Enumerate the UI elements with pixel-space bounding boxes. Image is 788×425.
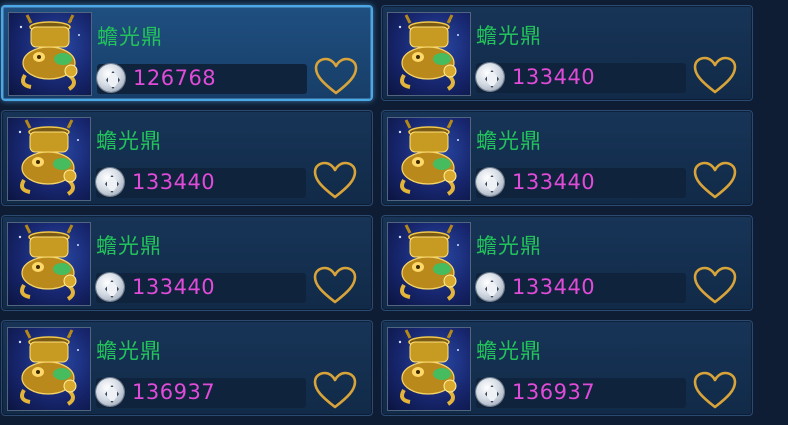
item-name: 蟾光鼎 [96, 339, 162, 363]
heart-outline-icon[interactable] [312, 266, 358, 306]
golden-toad-cauldron-icon [387, 117, 471, 201]
price-bar: 133440 [476, 63, 686, 93]
silver-coin-icon [476, 63, 504, 91]
item-card[interactable]: 蟾光鼎 133440 [381, 110, 753, 206]
golden-toad-cauldron-icon [387, 222, 471, 306]
silver-coin-icon [476, 273, 504, 301]
item-price: 133440 [512, 65, 596, 89]
golden-toad-cauldron-icon [387, 12, 471, 96]
price-bar: 133440 [96, 273, 306, 303]
item-price: 133440 [132, 275, 216, 299]
item-card[interactable]: 蟾光鼎 133440 [1, 110, 373, 206]
silver-coin-icon [96, 273, 124, 301]
golden-toad-cauldron-icon [387, 327, 471, 411]
price-bar: 133440 [96, 168, 306, 198]
heart-outline-icon[interactable] [312, 161, 358, 201]
price-bar: 133440 [476, 273, 686, 303]
heart-outline-icon[interactable] [692, 56, 738, 96]
item-card[interactable]: 蟾光鼎 126768 [1, 5, 373, 101]
golden-toad-cauldron-icon [7, 117, 91, 201]
item-name: 蟾光鼎 [476, 129, 542, 153]
item-price: 136937 [132, 380, 216, 404]
golden-toad-cauldron-icon [7, 222, 91, 306]
silver-coin-icon [96, 168, 124, 196]
item-name: 蟾光鼎 [96, 129, 162, 153]
item-card[interactable]: 蟾光鼎 136937 [1, 320, 373, 416]
price-bar: 126768 [97, 64, 307, 94]
heart-outline-icon[interactable] [692, 266, 738, 306]
item-name: 蟾光鼎 [97, 25, 163, 49]
item-price: 136937 [512, 380, 596, 404]
price-bar: 136937 [476, 378, 686, 408]
golden-toad-cauldron-icon [7, 327, 91, 411]
item-grid: 蟾光鼎 126768 蟾光鼎 133440 蟾光鼎 133440 蟾光鼎 133… [0, 0, 760, 425]
heart-outline-icon[interactable] [692, 371, 738, 411]
silver-coin-icon [96, 378, 124, 406]
silver-coin-icon [97, 64, 125, 92]
price-bar: 133440 [476, 168, 686, 198]
item-card[interactable]: 蟾光鼎 133440 [1, 215, 373, 311]
item-card[interactable]: 蟾光鼎 133440 [381, 5, 753, 101]
item-card[interactable]: 蟾光鼎 133440 [381, 215, 753, 311]
golden-toad-cauldron-icon [8, 12, 92, 96]
item-price: 126768 [133, 66, 217, 90]
item-name: 蟾光鼎 [476, 234, 542, 258]
item-name: 蟾光鼎 [476, 24, 542, 48]
heart-outline-icon[interactable] [692, 161, 738, 201]
silver-coin-icon [476, 168, 504, 196]
item-price: 133440 [132, 170, 216, 194]
price-bar: 136937 [96, 378, 306, 408]
silver-coin-icon [476, 378, 504, 406]
heart-outline-icon[interactable] [313, 57, 359, 97]
item-price: 133440 [512, 275, 596, 299]
item-name: 蟾光鼎 [476, 339, 542, 363]
heart-outline-icon[interactable] [312, 371, 358, 411]
item-price: 133440 [512, 170, 596, 194]
item-card[interactable]: 蟾光鼎 136937 [381, 320, 753, 416]
item-name: 蟾光鼎 [96, 234, 162, 258]
